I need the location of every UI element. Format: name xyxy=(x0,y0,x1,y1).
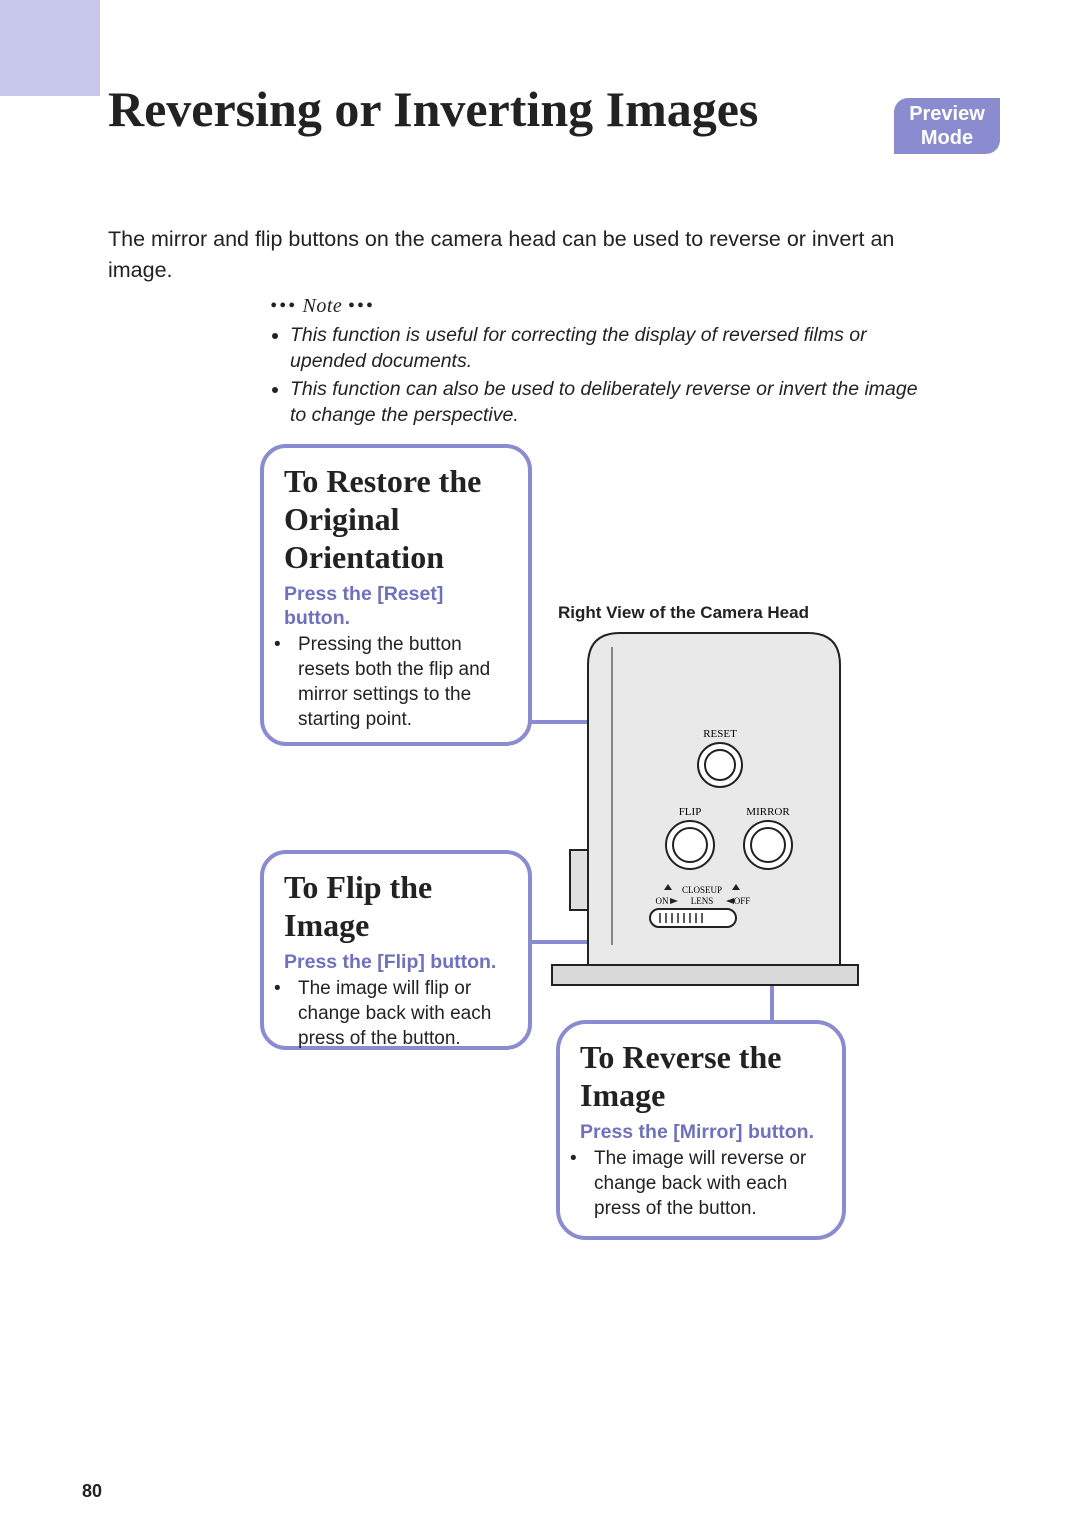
diagram-caption: Right View of the Camera Head xyxy=(558,603,809,623)
callout-flip-body: •The image will flip or change back with… xyxy=(284,976,510,1051)
mode-badge-line1: Preview xyxy=(902,102,992,126)
flip-button-label: FLIP xyxy=(679,806,702,818)
callout-restore: To Restore the Original Orientation Pres… xyxy=(260,444,532,746)
note-list: This function is useful for correcting t… xyxy=(270,322,920,428)
page-title: Reversing or Inverting Images xyxy=(108,80,808,138)
callout-restore-body: •Pressing the button resets both the fli… xyxy=(284,632,510,732)
camera-head-diagram: RESET FLIP MIRROR CLOSEUP LENS ON OFF xyxy=(550,625,860,995)
note-item: This function can also be used to delibe… xyxy=(290,376,920,428)
page-number: 80 xyxy=(82,1481,102,1502)
on-label: ON xyxy=(656,896,669,906)
callout-reverse-body: •The image will reverse or change back w… xyxy=(580,1146,824,1221)
intro-text: The mirror and flip buttons on the camer… xyxy=(108,224,938,286)
closeup-label: CLOSEUP xyxy=(682,885,722,895)
callout-reverse: To Reverse the Image Press the [Mirror] … xyxy=(556,1020,846,1240)
note-item: This function is useful for correcting t… xyxy=(290,322,920,374)
note-block: ••• Note ••• This function is useful for… xyxy=(270,295,920,430)
note-dots-left: ••• xyxy=(270,295,297,317)
callout-restore-subtitle: Press the [Reset] button. xyxy=(284,582,510,630)
off-label: OFF xyxy=(734,896,751,906)
callout-flip-title: To Flip the Image xyxy=(284,868,510,944)
page-edge-tab xyxy=(0,0,100,96)
note-dots-right: ••• xyxy=(348,295,375,317)
callout-reverse-title: To Reverse the Image xyxy=(580,1038,824,1114)
reset-button-label: RESET xyxy=(703,728,737,740)
mode-badge: Preview Mode xyxy=(894,98,1000,154)
callout-flip-subtitle: Press the [Flip] button. xyxy=(284,950,510,974)
callout-flip: To Flip the Image Press the [Flip] butto… xyxy=(260,850,532,1050)
lens-label: LENS xyxy=(691,896,714,906)
mirror-button-label: MIRROR xyxy=(746,806,790,818)
callout-restore-title: To Restore the Original Orientation xyxy=(284,462,510,576)
note-heading: ••• Note ••• xyxy=(270,295,920,318)
callout-reverse-subtitle: Press the [Mirror] button. xyxy=(580,1120,824,1144)
note-heading-text: Note xyxy=(303,295,343,317)
mode-badge-line2: Mode xyxy=(902,126,992,150)
